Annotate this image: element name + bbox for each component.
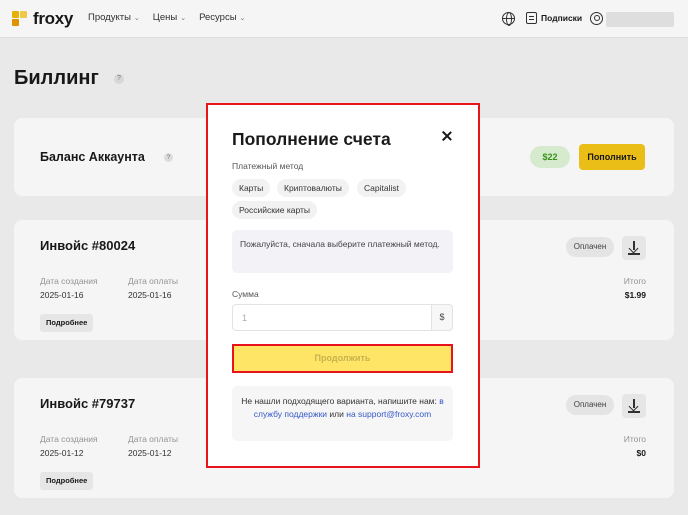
modal-title: Пополнение счета [232,129,391,149]
amount-input[interactable] [232,304,431,331]
close-icon[interactable] [440,129,454,143]
payment-method-notice: Пожалуйста, сначала выберите платежный м… [232,230,453,273]
help-or-text: или [329,409,344,419]
continue-button[interactable]: Продолжить [232,344,453,373]
payment-method-crypto[interactable]: Криптовалюты [277,179,349,197]
email-link[interactable]: на support@froxy.com [346,409,431,419]
amount-label: Сумма [232,289,259,299]
payment-method-russian-cards[interactable]: Российские карты [232,201,318,219]
currency-suffix: $ [431,304,453,331]
payment-method-cards[interactable]: Карты [232,179,271,197]
help-text: Не нашли подходящего варианта, напишите … [241,396,437,406]
payment-method-label: Платежный метод [232,161,304,171]
payment-method-capitalist[interactable]: Capitalist [357,179,406,197]
support-help-box: Не нашли подходящего варианта, напишите … [232,386,453,441]
